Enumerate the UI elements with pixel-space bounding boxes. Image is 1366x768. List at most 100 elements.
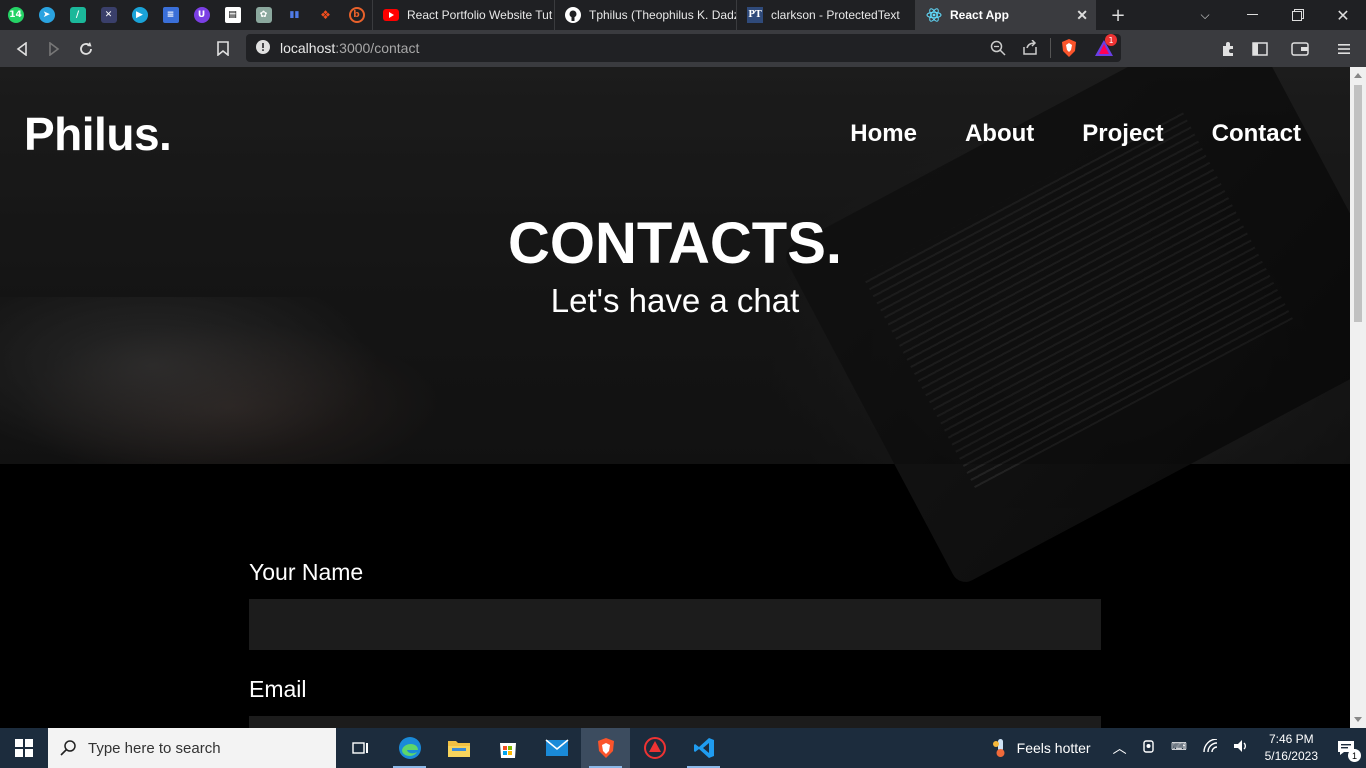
page-scrollbar[interactable] xyxy=(1350,67,1366,728)
pinned-tab-notion[interactable]: ▤ xyxy=(217,0,248,30)
shield-icon: U xyxy=(193,7,210,23)
system-tray: Feels hotter ︿ ⌨ 7:46 PM 5/16/2023 1 xyxy=(991,728,1366,768)
pinned-tab-behance[interactable]: b xyxy=(341,0,372,30)
new-tab-button[interactable]: + xyxy=(1096,0,1140,30)
security-app-icon[interactable] xyxy=(630,728,679,768)
site-info-icon[interactable] xyxy=(256,39,270,58)
scrollbar-thumb[interactable] xyxy=(1354,85,1362,322)
nav-link-project[interactable]: Project xyxy=(1082,120,1163,148)
back-icon[interactable] xyxy=(6,33,38,65)
minimize-button[interactable] xyxy=(1230,0,1276,30)
volume-icon[interactable] xyxy=(1233,739,1249,758)
analytics-icon: ▮▮ xyxy=(289,10,300,20)
close-window-button[interactable]: ✕ xyxy=(1320,0,1366,30)
notification-center-icon[interactable]: 1 xyxy=(1326,728,1366,768)
nav-link-contact[interactable]: Contact xyxy=(1212,120,1301,148)
clock-date: 5/16/2023 xyxy=(1264,749,1318,763)
clock[interactable]: 7:46 PM 5/16/2023 xyxy=(1265,731,1318,765)
pinned-tab-chatgpt[interactable]: ✿ xyxy=(248,0,279,30)
tab-title: React Portfolio Website Tut xyxy=(407,8,553,22)
reload-icon[interactable] xyxy=(70,33,102,65)
whatsapp-icon: 14 xyxy=(7,7,24,23)
pinned-tab-analytics[interactable]: ▮▮ xyxy=(279,0,310,30)
pt-icon: PT xyxy=(747,7,763,23)
brave-browser-icon[interactable] xyxy=(581,728,630,768)
behance-icon: b xyxy=(348,7,365,23)
tab-protectedtext[interactable]: PT clarkson - ProtectedText xyxy=(736,0,915,30)
pinned-tab-app[interactable]: ∕ xyxy=(62,0,93,30)
task-view-icon[interactable] xyxy=(336,728,385,768)
extensions-icon[interactable] xyxy=(1212,33,1244,65)
nav-link-about[interactable]: About xyxy=(965,120,1034,148)
main-nav: Home About Project Contact xyxy=(850,120,1301,148)
notification-badge: 1 xyxy=(1348,749,1361,762)
clock-time: 7:46 PM xyxy=(1268,732,1314,746)
microsoft-store-icon[interactable] xyxy=(483,728,532,768)
tab-github[interactable]: Tphilus (Theophilus K. Dadz xyxy=(554,0,736,30)
nav-link-home[interactable]: Home xyxy=(850,120,917,148)
pinned-tab-telegram[interactable]: ➤ xyxy=(31,0,62,30)
react-icon xyxy=(926,7,942,23)
wallet-icon[interactable] xyxy=(1284,33,1316,65)
close-tab-icon[interactable]: ✕ xyxy=(1076,7,1088,24)
input-method-icon[interactable]: ⌨ xyxy=(1171,738,1189,759)
menu-icon[interactable] xyxy=(1328,33,1360,65)
sidebar-icon[interactable] xyxy=(1244,33,1276,65)
restore-button[interactable] xyxy=(1276,0,1320,30)
chevron-up-icon[interactable]: ︿ xyxy=(1113,738,1127,758)
tab-title: clarkson - ProtectedText xyxy=(771,8,900,22)
app-icon: ✕ xyxy=(100,7,117,23)
pinned-tab-figma[interactable]: ❖ xyxy=(310,0,341,30)
contact-form: Your Name Email xyxy=(249,559,1101,728)
tab-search-chevron-icon[interactable]: ⌵ xyxy=(1190,0,1220,30)
windows-taskbar: Type here to search Feels hotter ︿ ⌨ 7:4… xyxy=(0,728,1366,768)
chatgpt-icon: ✿ xyxy=(255,7,272,23)
search-icon xyxy=(60,740,76,756)
rewards-badge: 1 xyxy=(1105,34,1117,46)
tab-youtube[interactable]: React Portfolio Website Tut xyxy=(372,0,554,30)
wifi-icon[interactable] xyxy=(1202,737,1219,758)
slack-app-icon: ∕ xyxy=(69,7,86,23)
pinned-tabs: 14 ➤ ∕ ✕ ▶ ≡ U ▤ ✿ ▮▮ ❖ b xyxy=(0,0,372,30)
name-input[interactable] xyxy=(249,599,1101,650)
scroll-down-icon[interactable] xyxy=(1354,717,1362,722)
divider xyxy=(1050,38,1051,58)
notion-icon: ▤ xyxy=(224,7,241,23)
site-logo[interactable]: Philus. xyxy=(24,107,172,161)
pinned-tab-docs[interactable]: ≡ xyxy=(155,0,186,30)
weather-text: Feels hotter xyxy=(1016,740,1091,756)
bookmark-icon[interactable] xyxy=(207,33,239,65)
edge-icon[interactable] xyxy=(385,728,434,768)
pinned-tab-whatsapp[interactable]: 14 xyxy=(0,0,31,30)
file-explorer-icon[interactable] xyxy=(434,728,483,768)
weather-widget[interactable]: Feels hotter xyxy=(991,738,1091,758)
telegram-icon: ➤ xyxy=(38,7,55,23)
forward-icon[interactable] xyxy=(38,33,70,65)
search-placeholder: Type here to search xyxy=(88,739,221,757)
docs-icon: ≡ xyxy=(162,7,179,23)
brave-shields-icon[interactable] xyxy=(1060,38,1078,62)
start-button[interactable] xyxy=(0,728,48,768)
zoom-icon[interactable] xyxy=(990,40,1006,60)
figma-icon: ❖ xyxy=(320,8,331,22)
windows-icon xyxy=(15,739,33,757)
share-icon[interactable] xyxy=(1022,39,1038,60)
address-bar[interactable]: localhost:3000/contact 1 xyxy=(246,34,1121,62)
tab-strip: 14 ➤ ∕ ✕ ▶ ≡ U ▤ ✿ ▮▮ ❖ b React Portfoli… xyxy=(0,0,1366,30)
svg-text:⌨: ⌨ xyxy=(1171,740,1187,753)
tab-react-app[interactable]: React App ✕ xyxy=(915,0,1096,30)
page-subtitle: Let's have a chat xyxy=(550,282,800,319)
mail-icon[interactable] xyxy=(532,728,581,768)
vscode-icon[interactable] xyxy=(679,728,728,768)
browser-toolbar: localhost:3000/contact 1 xyxy=(0,30,1366,67)
scroll-up-icon[interactable] xyxy=(1354,73,1362,78)
tab-title: Tphilus (Theophilus K. Dadz xyxy=(589,8,736,22)
meet-now-icon[interactable] xyxy=(1141,738,1157,759)
pinned-tab-app2[interactable]: ✕ xyxy=(93,0,124,30)
email-input[interactable] xyxy=(249,716,1101,728)
pinned-tab-play[interactable]: ▶ xyxy=(124,0,155,30)
name-label: Your Name xyxy=(249,559,364,585)
pinned-tab-shield[interactable]: U xyxy=(186,0,217,30)
email-label: Email xyxy=(249,676,307,702)
taskbar-search[interactable]: Type here to search xyxy=(48,728,336,768)
